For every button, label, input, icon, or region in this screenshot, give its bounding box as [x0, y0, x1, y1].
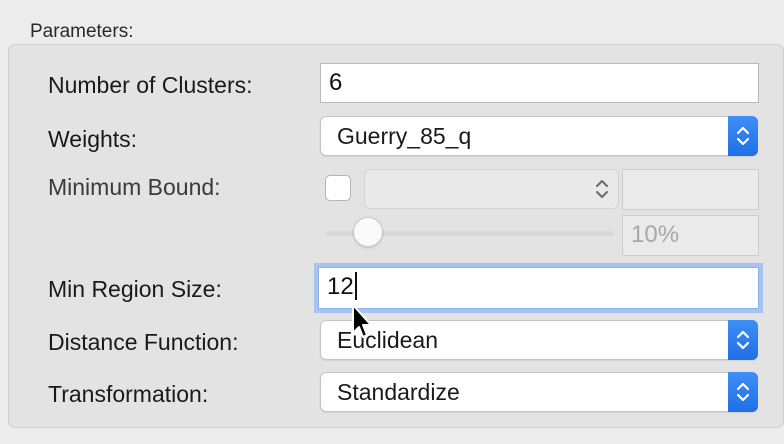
minimum-bound-percent-field: 10% — [622, 215, 759, 256]
min-region-size-label: Min Region Size: — [48, 276, 222, 302]
number-of-clusters-label: Number of Clusters: — [48, 72, 253, 98]
min-region-size-value: 12 — [327, 273, 354, 300]
parameters-group-title: Parameters: — [30, 21, 134, 42]
weights-select-value: Guerry_85_q — [337, 123, 472, 149]
updown-chevron-icon — [592, 175, 612, 203]
weights-label: Weights: — [48, 126, 138, 152]
updown-chevron-icon — [728, 116, 758, 156]
mouse-cursor-icon — [350, 303, 374, 341]
transformation-select[interactable]: Standardize — [320, 372, 758, 412]
min-region-size-input[interactable]: 12 — [318, 267, 759, 309]
minimum-bound-checkbox[interactable] — [325, 175, 351, 201]
number-of-clusters-input[interactable]: 6 — [320, 63, 759, 103]
transformation-select-value: Standardize — [337, 379, 460, 405]
distance-function-label: Distance Function: — [48, 329, 239, 355]
minimum-bound-variable-select[interactable] — [364, 169, 619, 209]
minimum-bound-label: Minimum Bound: — [48, 174, 221, 200]
text-caret — [354, 271, 357, 300]
minimum-bound-value-input[interactable] — [622, 169, 759, 210]
transformation-label: Transformation: — [48, 381, 209, 407]
distance-function-select[interactable]: Euclidean — [320, 320, 758, 360]
updown-chevron-icon — [728, 320, 758, 360]
weights-select[interactable]: Guerry_85_q — [320, 116, 758, 156]
updown-chevron-icon — [728, 372, 758, 412]
minimum-bound-slider-knob[interactable] — [353, 217, 383, 247]
